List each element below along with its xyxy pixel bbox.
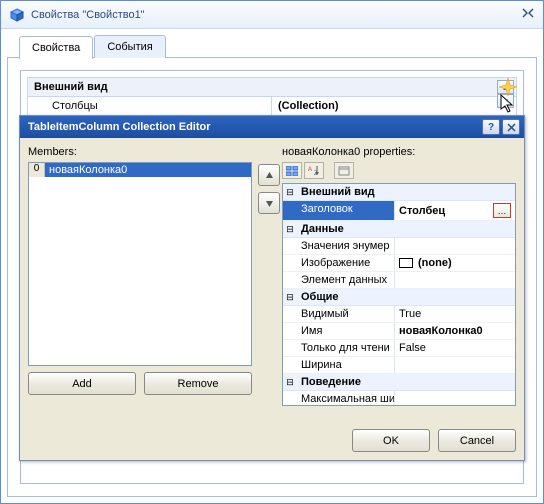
cancel-button[interactable]: Cancel — [438, 429, 516, 452]
prop-row-header[interactable]: Заголовок Столбец… — [283, 201, 515, 221]
alphabetical-icon[interactable]: AZ — [304, 162, 324, 179]
cursor-icon — [500, 94, 516, 117]
tab-strip: Свойства События — [19, 35, 537, 58]
prop-row-dataelement[interactable]: Элемент данных — [283, 272, 515, 289]
group-general[interactable]: ⊟Общие — [283, 289, 515, 306]
property-grid[interactable]: ⊟Внешний вид Заголовок Столбец… ⊟Данные … — [282, 183, 516, 406]
property-grid-toolbar: AZ — [282, 162, 516, 179]
list-item[interactable]: 0 новаяКолонка0 — [29, 163, 251, 177]
dialog-buttons: OK Cancel — [352, 429, 516, 452]
grid-scroll-buttons: ▲ ▼ — [497, 80, 514, 108]
properties-label: новаяКолонка0 properties: — [282, 146, 516, 158]
dialog-titlebar: TableItemColumn Collection Editor ? — [20, 116, 524, 138]
window-title: Свойства "Свойство1" — [31, 9, 521, 21]
prop-row-image[interactable]: Изображение(none) — [283, 255, 515, 272]
bg-prop-name: Столбцы — [28, 97, 272, 115]
prop-row-enum[interactable]: Значения энумер — [283, 238, 515, 255]
prop-row-name[interactable]: ИмяноваяКолонка0 — [283, 323, 515, 340]
move-up-button[interactable] — [258, 164, 280, 186]
group-data[interactable]: ⊟Данные — [283, 221, 515, 238]
help-icon[interactable]: ? — [482, 119, 500, 135]
group-behavior[interactable]: ⊟Поведение — [283, 374, 515, 391]
member-index: 0 — [29, 163, 45, 177]
members-list[interactable]: 0 новаяКолонка0 — [28, 162, 252, 366]
prop-row-maxwidth[interactable]: Максимальная ши — [283, 391, 515, 406]
properties-window: Свойства "Свойство1" Свойства События ▲ … — [0, 0, 544, 504]
close-icon[interactable] — [521, 7, 535, 23]
member-name: новаяКолонка0 — [45, 163, 251, 177]
bg-group-appearance[interactable]: Внешний вид — [27, 77, 517, 97]
prop-row-readonly[interactable]: Только для чтениFalse — [283, 340, 515, 357]
collapse-icon[interactable]: ⊟ — [283, 377, 297, 388]
reorder-panel — [252, 146, 282, 406]
titlebar: Свойства "Свойство1" — [1, 1, 543, 29]
bg-row-columns[interactable]: Столбцы (Collection) — [27, 97, 517, 116]
ok-button[interactable]: OK — [352, 429, 430, 452]
cube-icon — [9, 7, 25, 23]
collapse-icon[interactable]: ⊟ — [283, 224, 297, 235]
categorized-icon[interactable] — [282, 162, 302, 179]
members-label: Members: — [28, 146, 252, 158]
members-panel: Members: 0 новаяКолонка0 Add Remove — [28, 146, 252, 406]
collapse-icon[interactable]: ⊟ — [283, 292, 297, 303]
dialog-body: Members: 0 новаяКолонка0 Add Remove — [20, 138, 524, 460]
collapse-icon[interactable]: ⊟ — [283, 187, 297, 198]
remove-button[interactable]: Remove — [144, 372, 252, 395]
property-pages-icon[interactable] — [334, 162, 354, 179]
collection-editor-dialog: TableItemColumn Collection Editor ? Memb… — [19, 115, 525, 461]
move-down-button[interactable] — [258, 192, 280, 214]
image-swatch — [399, 258, 413, 268]
svg-text:A: A — [308, 167, 312, 173]
bg-prop-value: (Collection) — [272, 97, 516, 115]
scroll-up-button[interactable]: ▲ — [497, 80, 514, 94]
group-appearance[interactable]: ⊟Внешний вид — [283, 184, 515, 201]
prop-row-visible[interactable]: ВидимыйTrue — [283, 306, 515, 323]
tab-events[interactable]: События — [94, 35, 165, 58]
prop-row-width[interactable]: Ширина — [283, 357, 515, 374]
dialog-close-icon[interactable] — [502, 119, 520, 135]
dialog-title: TableItemColumn Collection Editor — [28, 121, 482, 133]
tab-properties[interactable]: Свойства — [19, 36, 93, 59]
ellipsis-button[interactable]: … — [493, 203, 511, 218]
add-button[interactable]: Add — [28, 372, 136, 395]
properties-panel: новаяКолонка0 properties: AZ ⊟Внешний ви… — [282, 146, 516, 406]
